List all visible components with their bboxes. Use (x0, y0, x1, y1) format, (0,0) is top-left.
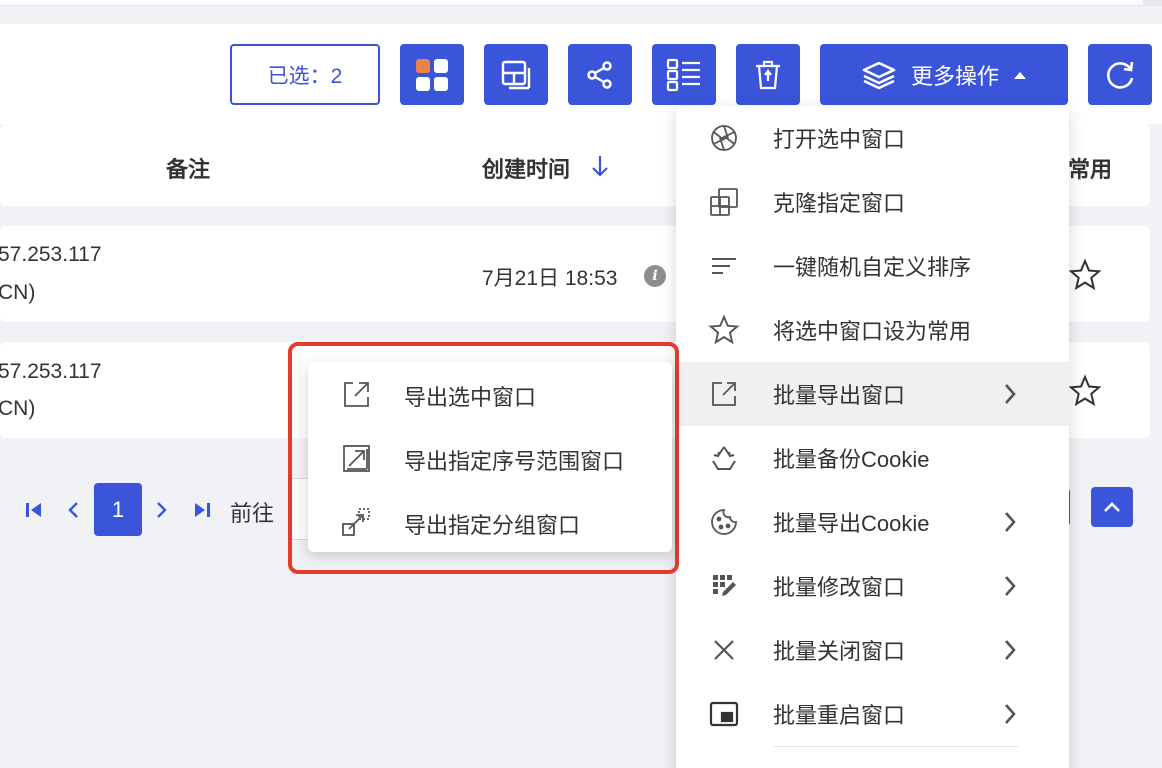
menu-item-label: 批量关闭窗口 (773, 639, 906, 664)
menu-item-backup-cookie[interactable]: 批量备份Cookie (676, 426, 1069, 490)
layout-grid-button[interactable] (400, 44, 464, 105)
share-button[interactable] (568, 44, 632, 105)
first-page-icon[interactable] (24, 501, 44, 519)
panel-layout-icon (501, 60, 531, 89)
menu-item-label: 批量重启窗口 (773, 703, 906, 728)
prev-page-icon[interactable] (66, 500, 80, 520)
submenu-item-label: 导出选中窗口 (404, 385, 537, 410)
goto-label: 前往 (230, 501, 275, 526)
refresh-button[interactable] (1088, 44, 1152, 105)
menu-item-label: 批量备份Cookie (773, 447, 930, 472)
next-page-icon[interactable] (155, 500, 169, 520)
column-header-remark[interactable]: 备注 (166, 152, 210, 184)
menu-item-label: 打开选中窗口 (773, 127, 906, 152)
menu-item-random-sort[interactable]: 一键随机自定义排序 (676, 234, 1069, 298)
submenu-item-export-group[interactable]: 导出指定分组窗口 (308, 490, 672, 554)
column-header-created[interactable]: 创建时间 (482, 152, 570, 184)
region-cell: CN) (0, 397, 36, 420)
export-group-icon (342, 508, 370, 536)
menu-item-label: 将选中窗口设为常用 (773, 319, 972, 344)
caret-up-icon (1014, 71, 1026, 79)
menu-item-clone[interactable]: 克隆指定窗口 (676, 170, 1069, 234)
trash-button[interactable] (736, 44, 800, 105)
cookie-icon (708, 506, 740, 538)
refresh-icon (1107, 61, 1134, 89)
menu-divider (773, 746, 1019, 747)
created-cell: 7月21日 18:53 (482, 267, 618, 290)
close-icon (708, 634, 740, 666)
clone-icon (708, 186, 740, 218)
sort-lines-icon (708, 250, 740, 282)
top-strip-inner (0, 0, 1143, 5)
chevron-right-icon (1005, 640, 1016, 660)
menu-item-batch-export[interactable]: 批量导出窗口 (676, 362, 1069, 426)
star-icon[interactable] (1068, 374, 1102, 408)
more-actions-button[interactable]: 更多操作 (820, 44, 1068, 105)
chevron-right-icon (1005, 704, 1016, 724)
export-selected-icon (344, 382, 369, 407)
window-restart-icon (708, 698, 740, 730)
region-cell: CN) (0, 281, 36, 304)
info-icon[interactable]: i (644, 265, 666, 287)
layout-grid-icon (416, 58, 448, 91)
export-range-icon (343, 445, 370, 472)
share-icon (587, 60, 612, 89)
menu-item-batch-restart[interactable]: 批量重启窗口 (676, 682, 1069, 746)
export-submenu: 导出选中窗口 导出指定序号范围窗口 导出指定分组窗口 (308, 362, 672, 552)
edit-grid-icon (708, 570, 740, 602)
submenu-item-label: 导出指定序号范围窗口 (404, 449, 625, 474)
ip-cell: 57.253.117 (0, 360, 102, 383)
ip-cell: 57.253.117 (0, 243, 102, 266)
trash-icon (756, 60, 780, 89)
menu-item-export-cookie[interactable]: 批量导出Cookie (676, 490, 1069, 554)
column-header-favorite[interactable]: 常用 (1068, 152, 1112, 184)
menu-item-set-favorite[interactable]: 将选中窗口设为常用 (676, 298, 1069, 362)
star-icon (708, 314, 740, 346)
sort-desc-icon[interactable] (591, 154, 609, 178)
list-view-icon (666, 58, 700, 91)
chevron-right-icon (1005, 512, 1016, 532)
more-actions-menu: 打开选中窗口 克隆指定窗口 一键随机自定义排序 将选中窗口设为常用 批量导出窗口… (676, 106, 1069, 768)
menu-item-label: 批量导出Cookie (773, 511, 930, 536)
top-strip (0, 0, 1162, 6)
submenu-item-export-range[interactable]: 导出指定序号范围窗口 (308, 426, 672, 490)
more-actions-label: 更多操作 (910, 63, 999, 89)
chevron-up-icon (1104, 502, 1120, 512)
menu-item-open-selected[interactable]: 打开选中窗口 (676, 106, 1069, 170)
submenu-item-label: 导出指定分组窗口 (404, 513, 581, 538)
star-icon[interactable] (1068, 258, 1102, 292)
recycle-icon (708, 442, 740, 474)
layers-icon (862, 61, 896, 89)
page-number-current[interactable]: 1 (94, 483, 142, 536)
submenu-item-export-selected[interactable]: 导出选中窗口 (308, 362, 672, 426)
chevron-right-icon (1005, 576, 1016, 596)
menu-item-batch-close[interactable]: 批量关闭窗口 (676, 618, 1069, 682)
menu-item-label: 批量修改窗口 (773, 575, 906, 600)
aperture-icon (708, 122, 740, 154)
chevron-right-icon (1005, 384, 1016, 404)
menu-item-label: 批量导出窗口 (773, 383, 906, 408)
export-icon (708, 378, 740, 410)
list-view-button[interactable] (652, 44, 716, 105)
menu-item-label: 一键随机自定义排序 (773, 255, 972, 280)
scroll-top-button[interactable] (1091, 487, 1133, 527)
menu-item-label: 克隆指定窗口 (773, 191, 906, 216)
selected-count-button[interactable]: 已选：2 (230, 44, 380, 105)
last-page-icon[interactable] (192, 501, 212, 519)
menu-item-batch-edit[interactable]: 批量修改窗口 (676, 554, 1069, 618)
panel-layout-button[interactable] (484, 44, 548, 105)
